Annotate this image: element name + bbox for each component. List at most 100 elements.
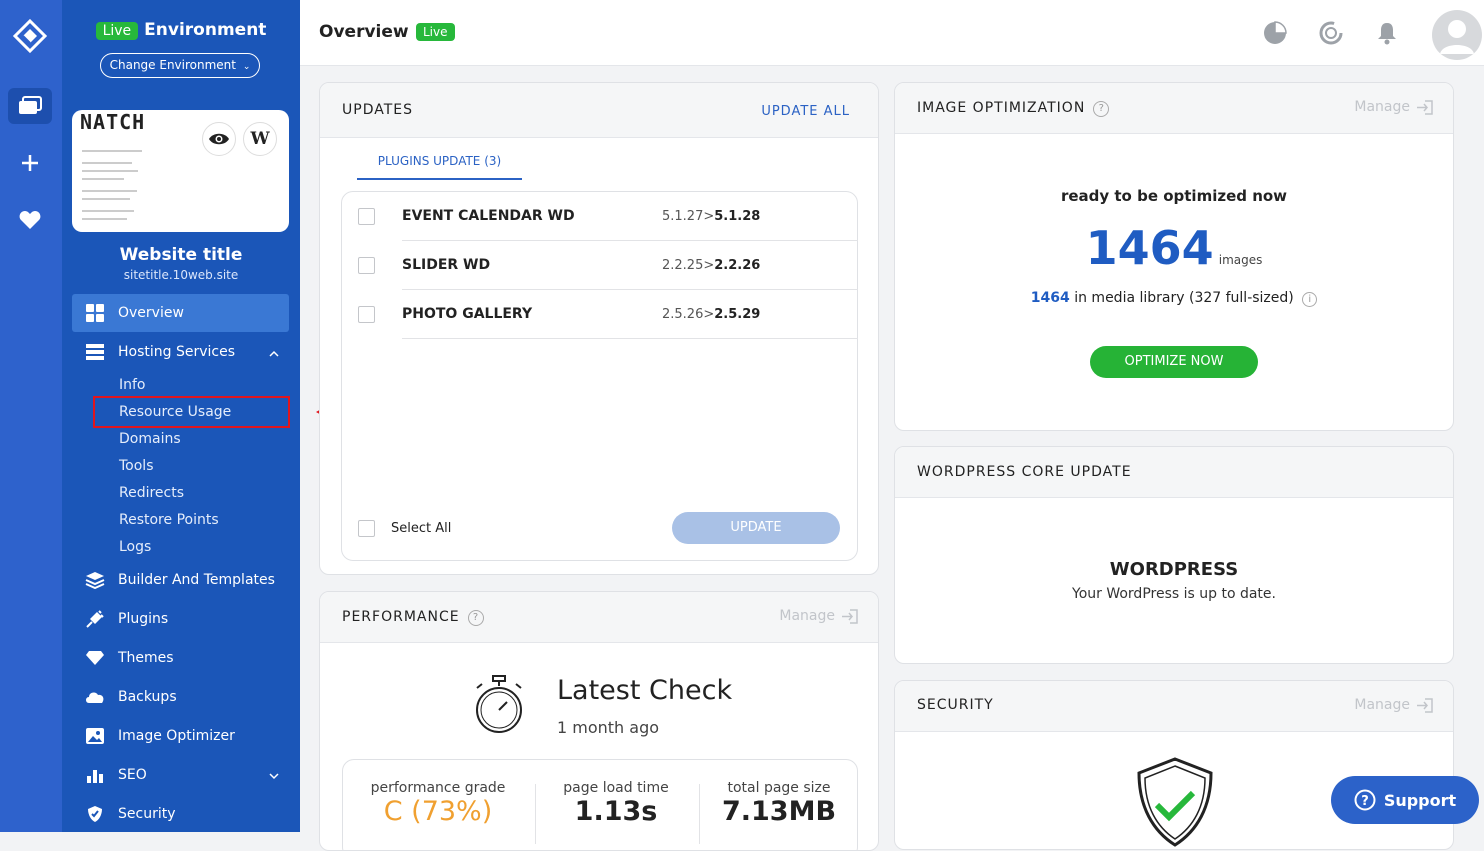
sidebar-item-label: Security bbox=[118, 806, 176, 822]
performance-card-header: PERFORMANCE? Manage bbox=[320, 592, 878, 643]
updates-card-header: UPDATES UPDATE ALL bbox=[320, 83, 878, 138]
shield-icon bbox=[72, 805, 118, 823]
support-label: Support bbox=[1383, 790, 1457, 810]
sidebar-item-label: Backups bbox=[118, 689, 177, 705]
plugin-name: EVENT CALENDAR WD bbox=[402, 208, 575, 224]
help-icon[interactable]: ? bbox=[1093, 101, 1110, 117]
sidebar-subitem-tools[interactable]: Tools bbox=[119, 458, 154, 474]
websites-icon[interactable] bbox=[8, 88, 52, 124]
sidebar-item-label: Hosting Services bbox=[118, 344, 236, 360]
site-thumbnail[interactable]: NATCH W bbox=[72, 110, 289, 232]
security-manage-link[interactable]: Manage bbox=[1354, 697, 1433, 713]
optimize-now-button[interactable]: OPTIMIZE NOW bbox=[1090, 346, 1258, 378]
server-icon bbox=[72, 344, 118, 360]
change-environment-label: Change Environment bbox=[109, 58, 236, 72]
bell-icon[interactable] bbox=[1374, 20, 1400, 46]
sidebar-item-security[interactable]: Security bbox=[72, 795, 289, 833]
latest-check-title: Latest Check bbox=[557, 675, 733, 706]
chevron-up-icon bbox=[269, 345, 279, 361]
sidebar-item-label: Overview bbox=[118, 305, 184, 321]
wordpress-core-card: WORDPRESS CORE UPDATE WORDPRESS Your Wor… bbox=[894, 446, 1454, 664]
wordpress-admin-icon[interactable]: W bbox=[243, 122, 277, 156]
page-title: Overview bbox=[319, 22, 409, 42]
help-icon[interactable]: ? bbox=[467, 610, 484, 626]
sidebar-item-overview[interactable]: Overview bbox=[72, 294, 289, 332]
plugin-checkbox[interactable] bbox=[358, 306, 375, 323]
page-load-time-stat: page load time 1.13s bbox=[563, 780, 669, 827]
tab-plugins-update[interactable]: PLUGINS UPDATE (3) bbox=[357, 154, 522, 180]
sidebar-item-image-optimizer[interactable]: Image Optimizer bbox=[72, 717, 289, 755]
sidebar-item-label: Builder And Templates bbox=[118, 572, 275, 588]
sidebar-subitem-logs[interactable]: Logs bbox=[119, 539, 151, 555]
info-icon[interactable]: i bbox=[1302, 292, 1318, 307]
add-website-icon[interactable] bbox=[8, 145, 52, 181]
heart-icon[interactable] bbox=[8, 202, 52, 238]
plugin-row: SLIDER WD 2.2.25>2.2.26 bbox=[402, 241, 858, 290]
layers-icon bbox=[72, 571, 118, 589]
plugin-row: PHOTO GALLERY 2.5.26>2.5.29 bbox=[402, 290, 858, 339]
grid-icon bbox=[72, 304, 118, 322]
main-content: Overview Live UPDATES UPDATE ALL PLUGINS… bbox=[300, 0, 1484, 851]
image-optimization-title: IMAGE OPTIMIZATION? bbox=[917, 100, 1110, 117]
live-badge: Live bbox=[95, 22, 139, 40]
logo-icon[interactable] bbox=[8, 18, 52, 54]
plugin-version: 2.2.25>2.2.26 bbox=[662, 258, 761, 273]
environment-header: Live Environment bbox=[62, 20, 300, 40]
page-size-stat: total page size 7.13MB bbox=[721, 780, 837, 827]
sidebar-item-builder[interactable]: Builder And Templates bbox=[72, 561, 289, 599]
performance-manage-link[interactable]: Manage bbox=[779, 608, 858, 624]
security-header: SECURITY Manage bbox=[895, 681, 1453, 732]
change-environment-button[interactable]: Change Environment ⌄ bbox=[100, 53, 260, 78]
stopwatch-icon bbox=[476, 675, 522, 733]
plugin-checkbox[interactable] bbox=[358, 208, 375, 225]
sidebar-item-themes[interactable]: Themes bbox=[72, 639, 289, 677]
sidebar-subitem-info[interactable]: Info bbox=[119, 377, 146, 393]
site-url[interactable]: sitetitle.10web.site bbox=[62, 268, 300, 282]
sign-in-icon bbox=[1417, 99, 1433, 115]
bar-chart-icon bbox=[72, 767, 118, 783]
plugin-name: SLIDER WD bbox=[402, 257, 491, 273]
image-optimization-card: IMAGE OPTIMIZATION? Manage ready to be o… bbox=[894, 82, 1454, 431]
sign-in-icon bbox=[842, 608, 858, 624]
support-button[interactable]: ? Support bbox=[1331, 776, 1479, 824]
sidebar-subitem-domains[interactable]: Domains bbox=[119, 431, 181, 447]
sidebar-subitem-redirects[interactable]: Redirects bbox=[119, 485, 184, 501]
plugin-version: 5.1.27>5.1.28 bbox=[662, 209, 761, 224]
speed-gauge-icon[interactable] bbox=[1318, 20, 1344, 46]
security-shield-icon bbox=[1137, 757, 1213, 847]
sidebar-item-plugins[interactable]: Plugins bbox=[72, 600, 289, 638]
pie-chart-icon[interactable] bbox=[1262, 20, 1288, 46]
sidebar-item-seo[interactable]: SEO bbox=[72, 756, 289, 794]
plug-icon bbox=[72, 610, 118, 628]
sidebar-item-label: Themes bbox=[118, 650, 174, 666]
top-bar: Overview Live bbox=[300, 0, 1484, 66]
svg-text:?: ? bbox=[1361, 794, 1369, 809]
sidebar-item-hosting-services[interactable]: Hosting Services bbox=[72, 333, 289, 371]
performance-grade-stat: performance grade C (73%) bbox=[370, 780, 506, 827]
view-site-icon[interactable] bbox=[202, 122, 236, 156]
image-count: 1464 images bbox=[1085, 221, 1263, 275]
help-circle-icon: ? bbox=[1354, 789, 1376, 811]
performance-stats: performance grade C (73%) page load time… bbox=[342, 759, 858, 850]
latest-check-time: 1 month ago bbox=[557, 718, 660, 737]
image-icon bbox=[72, 728, 118, 744]
image-optimization-manage-link[interactable]: Manage bbox=[1354, 99, 1433, 115]
plugin-checkbox[interactable] bbox=[358, 257, 375, 274]
updates-title: UPDATES bbox=[342, 102, 413, 118]
environment-label: Environment bbox=[144, 20, 267, 40]
update-button[interactable]: UPDATE bbox=[672, 512, 840, 544]
image-optimization-header: IMAGE OPTIMIZATION? Manage bbox=[895, 83, 1453, 134]
select-all-checkbox[interactable] bbox=[358, 520, 375, 537]
plugins-list: EVENT CALENDAR WD 5.1.27>5.1.28 SLIDER W… bbox=[341, 191, 858, 561]
wordpress-core-header: WORDPRESS CORE UPDATE bbox=[895, 447, 1453, 498]
sidebar-subitem-restore-points[interactable]: Restore Points bbox=[119, 512, 219, 528]
resource-usage-highlight bbox=[93, 396, 290, 428]
plugin-version: 2.5.26>2.5.29 bbox=[662, 307, 761, 322]
update-all-link[interactable]: UPDATE ALL bbox=[761, 104, 850, 119]
sidebar-item-backups[interactable]: Backups bbox=[72, 678, 289, 716]
plugin-name: PHOTO GALLERY bbox=[402, 306, 533, 322]
cloud-icon bbox=[72, 690, 118, 704]
user-avatar[interactable] bbox=[1432, 10, 1482, 60]
live-badge: Live bbox=[416, 23, 455, 41]
performance-card: PERFORMANCE? Manage Latest Check 1 month… bbox=[319, 591, 879, 851]
